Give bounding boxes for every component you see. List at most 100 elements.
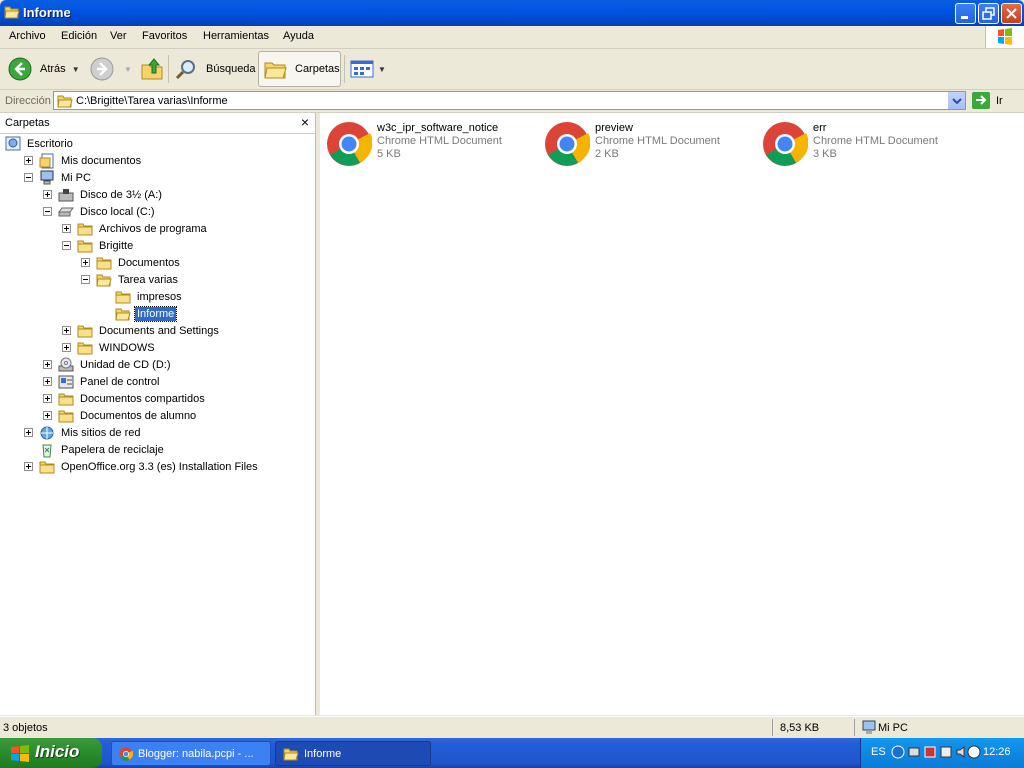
tree-item[interactable]: Panel de control (43, 373, 162, 390)
tree-item-label: Escritorio (27, 137, 73, 150)
tree-item[interactable]: Mis sitios de red (24, 424, 142, 441)
cd-drive-icon (58, 357, 74, 373)
expand-icon[interactable] (43, 360, 52, 369)
menu-herramientas[interactable]: Herramientas (203, 30, 269, 42)
tree-item[interactable]: impresos (100, 288, 184, 305)
status-size: 8,53 KB (780, 722, 820, 734)
tree-item[interactable]: Documentos de alumno (43, 407, 198, 424)
title-bar[interactable]: Informe (0, 0, 1024, 26)
tree-item[interactable]: Papelera de reciclaje (24, 441, 166, 458)
file-size: 2 KB (595, 148, 619, 160)
menu-ver[interactable]: Ver (110, 30, 127, 42)
tree-item[interactable]: Documentos compartidos (43, 390, 207, 407)
views-button[interactable]: ▼ (350, 51, 386, 87)
tree-item[interactable]: Mis documentos (24, 152, 143, 169)
tree-item[interactable]: Archivos de programa (62, 220, 209, 237)
tree-item[interactable]: WINDOWS (62, 339, 157, 356)
chevron-down-icon[interactable]: ▼ (378, 65, 386, 74)
file-item[interactable]: w3c_ipr_software_notice Chrome HTML Docu… (320, 120, 530, 166)
tree-item-label: Documents and Settings (99, 324, 219, 337)
back-button[interactable]: Atrás ▼ (8, 51, 80, 87)
network-places-icon (39, 425, 55, 441)
tree-item[interactable]: Documents and Settings (62, 322, 221, 339)
windows-flag-icon (11, 745, 29, 762)
expand-icon[interactable] (43, 377, 52, 386)
file-item[interactable]: err Chrome HTML Document 3 KB (756, 120, 966, 166)
collapse-icon[interactable] (81, 275, 90, 284)
close-button[interactable] (1001, 3, 1022, 24)
expand-icon[interactable] (24, 428, 33, 437)
expand-icon[interactable] (24, 156, 33, 165)
restore-button[interactable] (978, 3, 999, 24)
tree-item[interactable]: Tarea varias (81, 271, 180, 288)
info-icon[interactable] (967, 745, 981, 759)
up-folder-button[interactable] (140, 51, 168, 87)
start-label: Inicio (35, 742, 80, 761)
tree-item[interactable]: OpenOffice.org 3.3 (es) Installation Fil… (24, 458, 260, 475)
tree-item-label: OpenOffice.org 3.3 (es) Installation Fil… (61, 460, 258, 473)
tree-item[interactable]: Brigitte (62, 237, 135, 254)
folders-icon (264, 62, 287, 79)
file-type: Chrome HTML Document (377, 135, 502, 147)
security-icon[interactable] (923, 745, 937, 759)
tree-item-label: WINDOWS (99, 341, 155, 354)
recycle-bin-icon (39, 442, 55, 458)
go-button[interactable]: Ir (972, 92, 1003, 109)
tree-item[interactable]: Disco de 3½ (A:) (43, 186, 164, 203)
expand-icon[interactable] (24, 462, 33, 471)
window-title: Informe (23, 5, 71, 20)
file-item[interactable]: preview Chrome HTML Document 2 KB (538, 120, 748, 166)
go-arrow-icon (972, 92, 990, 109)
chevron-down-icon[interactable]: ▼ (124, 65, 132, 74)
collapse-icon[interactable] (43, 207, 52, 216)
updates-icon[interactable] (939, 745, 953, 759)
minimize-button[interactable] (955, 3, 976, 24)
tree-item-label: Brigitte (99, 239, 134, 252)
tree-item[interactable]: Mi PC (24, 169, 93, 186)
taskbar-item-informe[interactable]: Informe (275, 741, 431, 766)
wireless-icon[interactable] (907, 745, 921, 759)
search-button[interactable]: Búsqueda (174, 51, 256, 87)
tree-item-label: Tarea varias (118, 273, 178, 286)
file-size: 5 KB (377, 148, 401, 160)
tree-item[interactable]: Informe (100, 305, 178, 322)
folder-icon (39, 459, 55, 475)
expand-icon[interactable] (62, 224, 71, 233)
control-panel-icon (58, 374, 74, 390)
hard-drive-icon (58, 204, 74, 220)
menu-edicion[interactable]: Edición (61, 30, 97, 42)
chrome-icon (763, 122, 808, 166)
address-dropdown-button[interactable] (948, 92, 965, 109)
collapse-icon[interactable] (24, 173, 33, 182)
language-indicator[interactable]: ES (871, 746, 886, 758)
tree-item[interactable]: Escritorio (5, 135, 75, 152)
expand-icon[interactable] (43, 411, 52, 420)
close-icon[interactable]: × (301, 114, 309, 130)
tree-item[interactable]: Disco local (C:) (43, 203, 157, 220)
start-button[interactable]: Inicio (0, 738, 102, 768)
folders-pane-header: Carpetas × (0, 113, 315, 134)
folders-button[interactable]: Carpetas (258, 51, 341, 87)
chevron-down-icon[interactable]: ▼ (72, 65, 80, 74)
menu-ayuda[interactable]: Ayuda (283, 30, 314, 42)
address-input[interactable]: C:\Brigitte\Tarea varias\Informe (53, 91, 966, 110)
my-computer-icon (39, 170, 55, 186)
address-bar: Dirección C:\Brigitte\Tarea varias\Infor… (0, 90, 1024, 113)
collapse-icon[interactable] (62, 241, 71, 250)
taskbar: Inicio Blogger: nabila.pcpi - ... Inform… (0, 738, 1024, 768)
tree-item[interactable]: Unidad de CD (D:) (43, 356, 172, 373)
expand-icon[interactable] (43, 190, 52, 199)
windows-logo (985, 26, 1024, 48)
expand-icon[interactable] (62, 343, 71, 352)
taskbar-item-blogger[interactable]: Blogger: nabila.pcpi - ... (111, 741, 271, 766)
forward-button[interactable]: ▼ (90, 51, 132, 87)
tree-item[interactable]: Documentos (81, 254, 182, 271)
expand-icon[interactable] (62, 326, 71, 335)
expand-icon[interactable] (81, 258, 90, 267)
menu-favoritos[interactable]: Favoritos (142, 30, 187, 42)
expand-icon[interactable] (43, 394, 52, 403)
folder-icon (77, 221, 93, 237)
menu-archivo[interactable]: Archivo (9, 30, 46, 42)
network-icon[interactable] (891, 745, 905, 759)
folder-open-icon (115, 306, 131, 322)
